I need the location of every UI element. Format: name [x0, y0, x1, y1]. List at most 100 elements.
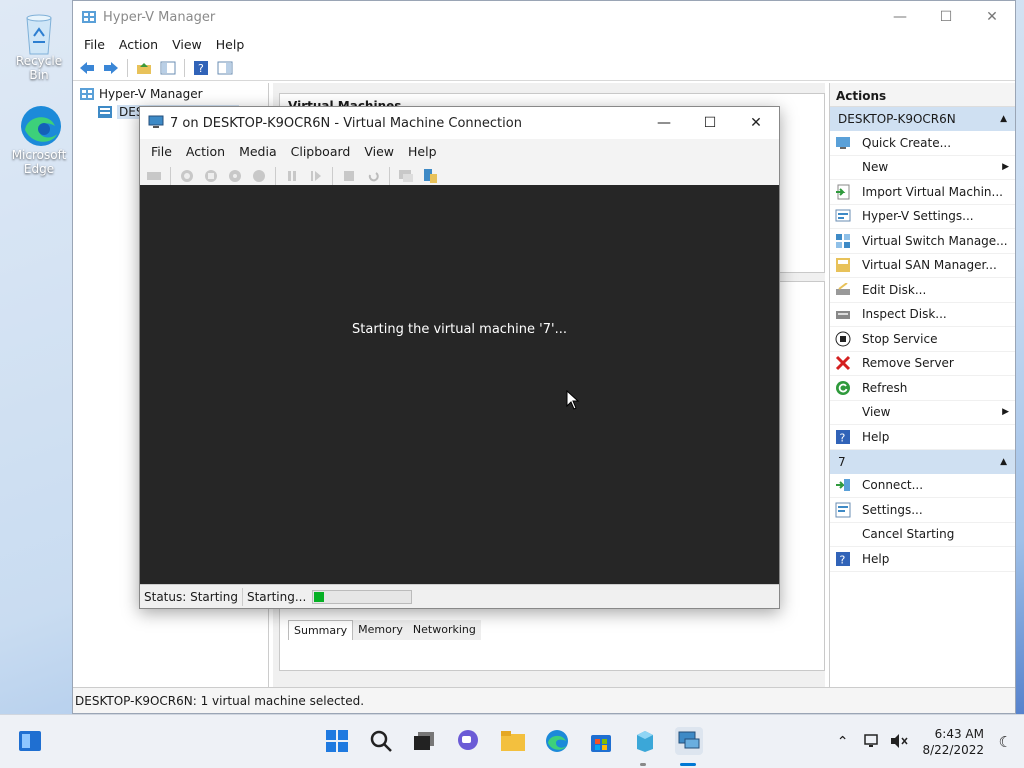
action-edit-disk[interactable]: Edit Disk... — [830, 278, 1015, 303]
pause-icon[interactable] — [282, 166, 302, 186]
actions-section-vm-label: 7 — [838, 454, 846, 469]
search-icon[interactable] — [367, 727, 395, 755]
action-hyper-v-settings[interactable]: Hyper-V Settings... — [830, 205, 1015, 229]
action-refresh[interactable]: Refresh — [830, 376, 1015, 401]
desktop-icon-edge[interactable]: Microsoft Edge — [6, 104, 72, 176]
action-label: Remove Server — [862, 356, 954, 371]
checkpoint-icon[interactable] — [339, 166, 359, 186]
action-label: Cancel Starting — [862, 527, 955, 542]
hyperv-title: Hyper-V Manager — [103, 9, 216, 25]
show-hide-tree-icon[interactable] — [158, 58, 178, 78]
blank-icon — [834, 159, 852, 175]
menu-help[interactable]: Help — [209, 37, 252, 52]
desktop-icon-label: Recycle Bin — [15, 54, 63, 82]
chat-icon[interactable] — [454, 727, 482, 755]
store-icon[interactable] — [587, 727, 615, 755]
forward-icon[interactable] — [101, 58, 121, 78]
minimize-icon[interactable]: — — [877, 1, 923, 33]
task-view-icon[interactable] — [410, 727, 438, 755]
hyperv-statusbar: DESKTOP-K9OCR6N: 1 virtual machine selec… — [73, 687, 1015, 713]
close-icon[interactable]: ✕ — [969, 1, 1015, 33]
action-remove-server[interactable]: Remove Server — [830, 352, 1015, 376]
action-virtual-san-manager[interactable]: Virtual SAN Manager... — [830, 254, 1015, 278]
toolbar-separator — [389, 167, 390, 185]
edge-taskbar-icon[interactable] — [543, 727, 571, 755]
tree-root[interactable]: Hyper-V Manager — [73, 85, 268, 103]
action-import-virtual-machin[interactable]: Import Virtual Machin... — [830, 180, 1015, 205]
minimize-icon[interactable]: — — [641, 107, 687, 139]
action-label: Stop Service — [862, 331, 938, 346]
action-view[interactable]: View ▶ — [830, 401, 1015, 425]
save-state-icon[interactable] — [249, 166, 269, 186]
vm-action-help[interactable]: ? Help — [830, 547, 1015, 572]
mouse-cursor-icon — [566, 390, 580, 410]
notification-icon[interactable]: ☾ — [999, 733, 1012, 751]
clock-date: 8/22/2022 — [922, 743, 984, 757]
vm-display[interactable]: Starting the virtual machine '7'... — [140, 185, 779, 585]
menu-file[interactable]: File — [77, 37, 112, 52]
show-hide-action-pane-icon[interactable] — [215, 58, 235, 78]
action-label: Quick Create... — [862, 135, 952, 150]
actions-section-server[interactable]: DESKTOP-K9OCR6N ▲ — [830, 107, 1015, 131]
virtual-switch-icon — [834, 233, 852, 249]
vm-action-settings[interactable]: Settings... — [830, 498, 1015, 523]
shut-down-icon[interactable] — [225, 166, 245, 186]
action-stop-service[interactable]: Stop Service — [830, 327, 1015, 352]
collapse-icon[interactable]: ▲ — [1000, 457, 1007, 467]
action-help[interactable]: ? Help — [830, 425, 1015, 450]
clock[interactable]: 6:43 AM 8/22/2022 — [922, 726, 984, 758]
action-inspect-disk[interactable]: Inspect Disk... — [830, 303, 1015, 327]
turn-off-icon[interactable] — [201, 166, 221, 186]
vm-progress-fill — [314, 591, 324, 602]
edit-disk-icon — [834, 282, 852, 298]
start-icon[interactable] — [177, 166, 197, 186]
menu-view[interactable]: View — [165, 37, 209, 52]
action-label: Settings... — [862, 502, 923, 517]
maximize-icon[interactable]: ☐ — [923, 1, 969, 33]
vm-menu-action[interactable]: Action — [179, 144, 232, 159]
back-icon[interactable] — [77, 58, 97, 78]
action-virtual-switch-manage[interactable]: Virtual Switch Manage... — [830, 229, 1015, 254]
volume-muted-icon[interactable] — [890, 733, 909, 752]
start-button-icon[interactable] — [323, 727, 351, 755]
enhanced-session-icon[interactable] — [396, 166, 416, 186]
ctrl-alt-del-icon[interactable] — [144, 166, 164, 186]
actions-pane: Actions DESKTOP-K9OCR6N ▲ Quick Create..… — [829, 83, 1015, 687]
desktop-icon-recycle-bin[interactable]: Recycle Bin — [6, 10, 72, 82]
svg-text:?: ? — [840, 431, 846, 444]
network-icon[interactable] — [864, 733, 882, 752]
action-label: Refresh — [862, 380, 908, 395]
vm-menu-media[interactable]: Media — [232, 144, 284, 159]
vm-action-connect[interactable]: Connect... — [830, 474, 1015, 498]
vm-action-cancel-starting[interactable]: Cancel Starting — [830, 523, 1015, 547]
vm-menu-view[interactable]: View — [357, 144, 401, 159]
tab-networking[interactable]: Networking — [407, 620, 481, 640]
import-vm-icon — [834, 184, 852, 200]
taskbar: ⌃ 6:43 AM 8/22/2022 ☾ — [0, 714, 1024, 768]
widgets-icon[interactable] — [16, 727, 44, 755]
revert-icon[interactable] — [363, 166, 383, 186]
action-new[interactable]: New ▶ — [830, 156, 1015, 180]
hyperv-taskbar-icon[interactable] — [631, 727, 659, 755]
connect-icon — [834, 477, 852, 493]
vm-menu-help[interactable]: Help — [401, 144, 444, 159]
up-folder-icon[interactable] — [134, 58, 154, 78]
svg-text:?: ? — [840, 553, 846, 566]
vmconnect-taskbar-icon[interactable] — [675, 727, 703, 755]
vm-menu-clipboard[interactable]: Clipboard — [284, 144, 358, 159]
vm-menu-file[interactable]: File — [144, 144, 179, 159]
menu-action[interactable]: Action — [112, 37, 165, 52]
tab-memory[interactable]: Memory — [353, 620, 408, 640]
collapse-icon[interactable]: ▲ — [1000, 114, 1007, 124]
resume-icon[interactable] — [306, 166, 326, 186]
hyperv-titlebar[interactable]: Hyper-V Manager — [73, 1, 1015, 33]
maximize-icon[interactable]: ☐ — [687, 107, 733, 139]
tab-summary[interactable]: Summary — [288, 620, 354, 640]
chevron-up-icon[interactable]: ⌃ — [837, 734, 849, 750]
share-icon[interactable] — [420, 166, 440, 186]
action-quick-create[interactable]: Quick Create... — [830, 131, 1015, 156]
help-icon[interactable]: ? — [191, 58, 211, 78]
file-explorer-icon[interactable] — [499, 727, 527, 755]
close-icon[interactable]: ✕ — [733, 107, 779, 139]
actions-section-vm[interactable]: 7 ▲ — [830, 449, 1015, 474]
